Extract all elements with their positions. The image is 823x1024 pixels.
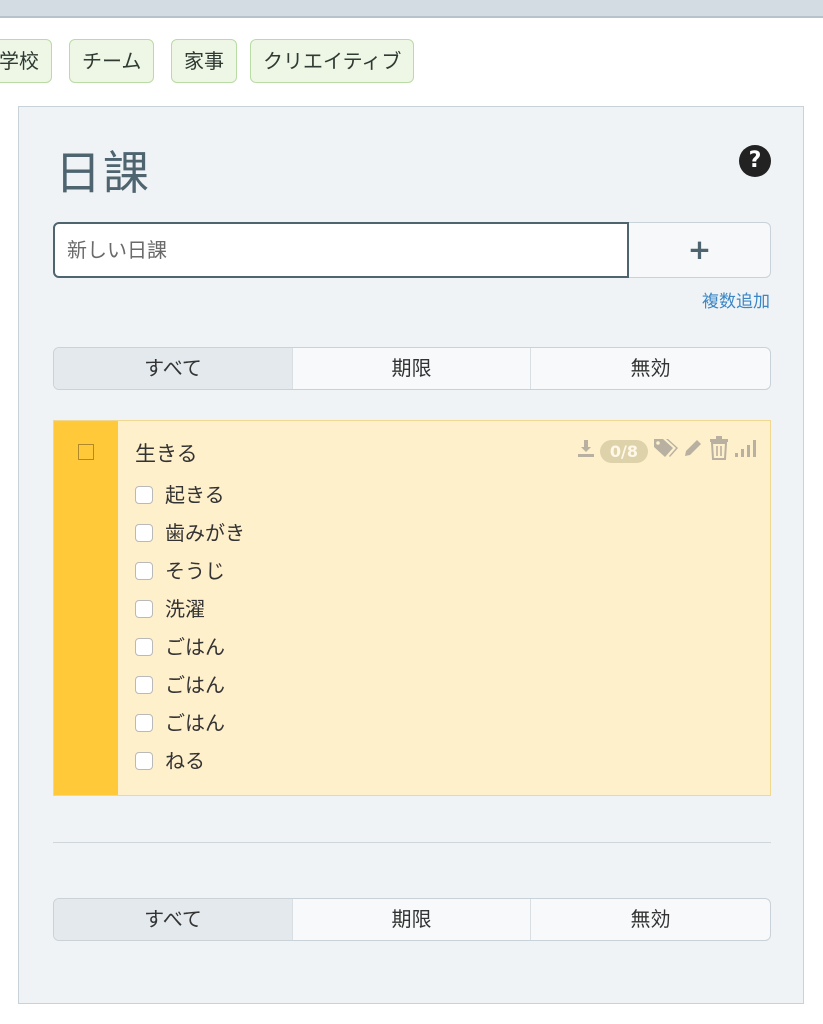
add-daily-row: + — [53, 222, 771, 278]
bulk-add-link[interactable]: 複数追加 — [702, 287, 770, 312]
trash-icon[interactable] — [708, 436, 730, 466]
tab-grey[interactable]: 無効 — [531, 899, 770, 940]
checklist-item-label: 洗濯 — [165, 597, 205, 621]
checklist-item-checkbox[interactable] — [135, 638, 153, 656]
tag-school[interactable]: 学校 — [0, 39, 52, 83]
dailies-panel: 日課 ? + 複数追加 すべて 期限 無効 生きる 0/8 — [18, 106, 804, 1004]
add-daily-button[interactable]: + — [629, 222, 771, 278]
section-divider — [53, 842, 771, 843]
top-nav-bar — [0, 0, 823, 18]
difficulty-icon[interactable] — [734, 437, 756, 465]
edit-icon[interactable] — [682, 437, 704, 465]
help-icon[interactable]: ? — [739, 145, 771, 177]
checklist-item-checkbox[interactable] — [135, 486, 153, 504]
checklist-item-label: 起きる — [165, 483, 225, 507]
checklist-item-label: 歯みがき — [165, 521, 245, 545]
checklist-item-label: ごはん — [165, 711, 225, 735]
filter-tabs-top: すべて 期限 無効 — [53, 347, 771, 390]
new-daily-input[interactable] — [53, 222, 629, 278]
daily-task-card[interactable]: 生きる 0/8 起きる 歯みがき そうじ 洗濯 ごはん ごはん ごはん ねる — [53, 420, 771, 796]
tab-grey[interactable]: 無効 — [531, 348, 770, 389]
checklist-item-checkbox[interactable] — [135, 562, 153, 580]
tag-team[interactable]: チーム — [69, 39, 155, 83]
checklist-item-label: そうじ — [165, 559, 225, 583]
checklist-progress-badge[interactable]: 0/8 — [599, 439, 648, 463]
tab-due[interactable]: 期限 — [293, 348, 531, 389]
checklist-item-checkbox[interactable] — [135, 600, 153, 618]
tag-icon[interactable] — [652, 437, 678, 465]
download-icon[interactable] — [576, 438, 596, 464]
task-color-bar — [54, 421, 118, 795]
checklist-item-label: ごはん — [165, 673, 225, 697]
checklist-item-label: ねる — [165, 749, 205, 773]
tab-all[interactable]: すべて — [54, 348, 293, 389]
checklist-item-checkbox[interactable] — [135, 714, 153, 732]
task-controls: 0/8 — [576, 436, 756, 466]
checklist-item-checkbox[interactable] — [135, 524, 153, 542]
task-complete-checkbox[interactable] — [78, 444, 94, 460]
panel-title: 日課 — [55, 146, 151, 200]
tag-creative[interactable]: クリエイティブ — [250, 39, 415, 83]
tag-chores[interactable]: 家事 — [171, 39, 237, 83]
checklist-item-checkbox[interactable] — [135, 752, 153, 770]
checklist-item-label: ごはん — [165, 635, 225, 659]
tab-all[interactable]: すべて — [54, 899, 293, 940]
tab-due[interactable]: 期限 — [293, 899, 531, 940]
checklist-item-checkbox[interactable] — [135, 676, 153, 694]
task-title: 生きる — [135, 442, 198, 466]
filter-tabs-bottom: すべて 期限 無効 — [53, 898, 771, 941]
